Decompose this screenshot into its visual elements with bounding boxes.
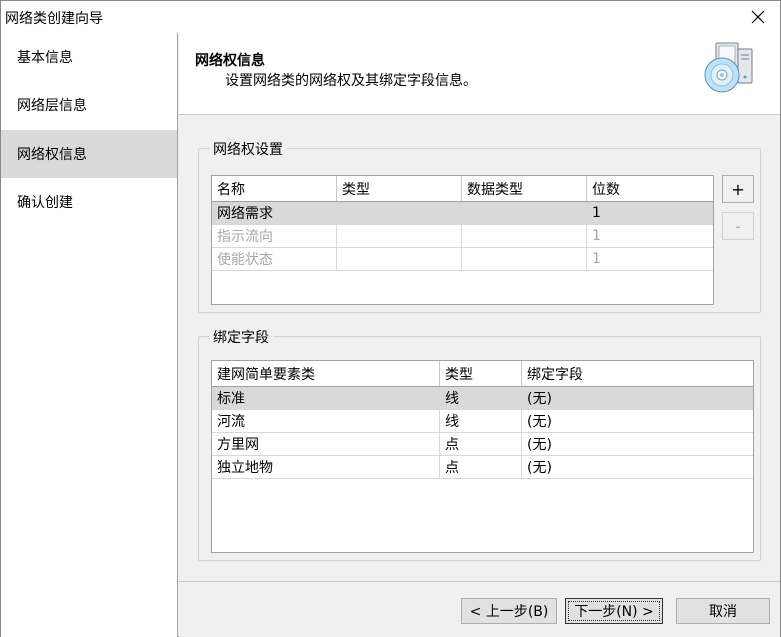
- content-area: 网络权设置 名称 类型 数据类型 位数 网络需求 1 指示流向 1 使能状态 1…: [179, 116, 780, 581]
- page-description: 设置网络类的网络权及其绑定字段信息。: [225, 73, 477, 89]
- weight-digits-cell: 1: [592, 228, 601, 244]
- table-row: 指示流向 1: [212, 225, 713, 248]
- table-row[interactable]: 方里网 点 (无): [212, 433, 753, 456]
- binding-table-header: 建网简单要素类 类型 绑定字段: [212, 361, 753, 387]
- step-label: 确认创建: [17, 195, 73, 211]
- feature-class-cell[interactable]: 标准: [212, 387, 440, 409]
- feature-class-cell[interactable]: 方里网: [212, 433, 440, 455]
- cd-computer-icon: [704, 42, 753, 93]
- window-title: 网络类创建向导: [5, 11, 103, 27]
- column-header[interactable]: 位数: [587, 176, 713, 201]
- title-bar: 网络类创建向导: [1, 1, 780, 33]
- weight-digits-cell[interactable]: 1: [587, 202, 713, 224]
- column-header[interactable]: 数据类型: [462, 176, 587, 201]
- table-row[interactable]: 河流 线 (无): [212, 410, 753, 433]
- feature-class-cell[interactable]: 独立地物: [212, 456, 440, 478]
- bound-field-cell[interactable]: (无): [522, 387, 753, 409]
- close-icon: [751, 10, 765, 24]
- wizard-footer: < 上一步(B) 下一步(N) > 取消: [179, 581, 780, 637]
- weight-datatype-cell: [462, 225, 587, 247]
- page-title: 网络权信息: [195, 53, 265, 69]
- step-label: 基本信息: [17, 50, 73, 66]
- binding-fields-group: 绑定字段 建网简单要素类 类型 绑定字段 标准 线 (无) 河流 线 (无) 方…: [198, 327, 761, 561]
- weight-settings-legend: 网络权设置: [209, 139, 287, 159]
- column-header[interactable]: 类型: [337, 176, 462, 201]
- wizard-steps-sidebar: 基本信息 网络层信息 网络权信息 确认创建: [1, 33, 178, 637]
- feature-type-cell[interactable]: 点: [440, 456, 522, 478]
- step-basic-info[interactable]: 基本信息: [1, 33, 177, 81]
- weight-table[interactable]: 名称 类型 数据类型 位数 网络需求 1 指示流向 1 使能状态 1: [211, 175, 714, 305]
- wizard-window: 网络类创建向导 基本信息 网络层信息 网络权信息 确认创建 网络权信息 设置网络…: [0, 0, 781, 637]
- step-confirm-create[interactable]: 确认创建: [1, 178, 177, 226]
- weight-datatype-cell[interactable]: [462, 202, 587, 224]
- weight-settings-group: 网络权设置 名称 类型 数据类型 位数 网络需求 1 指示流向 1 使能状态 1…: [198, 139, 761, 313]
- column-header[interactable]: 绑定字段: [522, 361, 753, 386]
- feature-type-cell[interactable]: 线: [440, 410, 522, 432]
- remove-weight-button: -: [722, 212, 754, 240]
- prev-button[interactable]: < 上一步(B): [461, 598, 557, 624]
- cancel-button[interactable]: 取消: [676, 598, 770, 624]
- page-header: 网络权信息 设置网络类的网络权及其绑定字段信息。: [179, 33, 780, 115]
- binding-table[interactable]: 建网简单要素类 类型 绑定字段 标准 线 (无) 河流 线 (无) 方里网 点: [211, 360, 754, 553]
- weight-table-header: 名称 类型 数据类型 位数: [212, 176, 713, 202]
- column-header[interactable]: 建网简单要素类: [212, 361, 440, 386]
- weight-name-cell: 指示流向: [212, 225, 337, 247]
- weight-name-cell[interactable]: 网络需求: [212, 202, 337, 224]
- plus-icon: +: [731, 179, 745, 199]
- feature-type-cell[interactable]: 点: [440, 433, 522, 455]
- next-button[interactable]: 下一步(N) >: [565, 598, 663, 624]
- feature-type-cell[interactable]: 线: [440, 387, 522, 409]
- table-row[interactable]: 网络需求 1: [212, 202, 713, 225]
- weight-type-cell[interactable]: [337, 202, 462, 224]
- binding-fields-legend: 绑定字段: [209, 327, 273, 347]
- step-label: 网络权信息: [17, 147, 87, 163]
- weight-datatype-cell: [462, 248, 587, 270]
- column-header[interactable]: 名称: [212, 176, 337, 201]
- column-header[interactable]: 类型: [440, 361, 522, 386]
- weight-type-cell: [337, 248, 462, 270]
- add-weight-button[interactable]: +: [722, 175, 754, 203]
- weight-type-cell: [337, 225, 462, 247]
- step-network-weight[interactable]: 网络权信息: [1, 130, 177, 178]
- step-network-layer[interactable]: 网络层信息: [1, 81, 177, 129]
- weight-name-cell: 使能状态: [212, 248, 337, 270]
- bound-field-cell[interactable]: (无): [522, 456, 753, 478]
- table-row[interactable]: 标准 线 (无): [212, 387, 753, 410]
- weight-digits-cell: 1: [592, 251, 601, 267]
- close-button[interactable]: [740, 3, 776, 31]
- feature-class-cell[interactable]: 河流: [212, 410, 440, 432]
- bound-field-cell[interactable]: (无): [522, 433, 753, 455]
- table-row: 使能状态 1: [212, 248, 713, 271]
- step-label: 网络层信息: [17, 98, 87, 114]
- minus-icon: -: [735, 216, 741, 236]
- table-row[interactable]: 独立地物 点 (无): [212, 456, 753, 479]
- bound-field-cell[interactable]: (无): [522, 410, 753, 432]
